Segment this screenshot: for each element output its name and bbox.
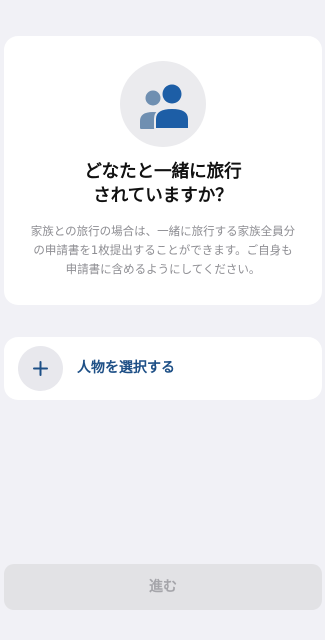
- description-text: 家族との旅行の場合は、一緒に旅行する家族全員分 の申請書を1枚提出することができ…: [14, 222, 312, 279]
- title-line: されていますか？: [93, 186, 233, 206]
- description-line: 家族との旅行の場合は、一緒に旅行する家族全員分: [30, 224, 296, 238]
- description-line: の申請書を1枚提出することができます。ご自身も: [33, 243, 293, 257]
- description-line: 申請書に含めるようにしてください。: [65, 262, 261, 276]
- title-line: どなたと一緒に旅行: [84, 162, 242, 182]
- travel-companion-card: どなたと一緒に旅行 されていますか？ 家族との旅行の場合は、一緒に旅行する家族全…: [4, 36, 322, 305]
- people-icon-container: [120, 61, 206, 147]
- next-button[interactable]: 進む: [4, 564, 322, 610]
- plus-icon-container: [18, 346, 63, 391]
- plus-icon: [33, 361, 48, 376]
- people-icon: [140, 84, 190, 130]
- select-person-button[interactable]: 人物を選択する: [4, 337, 322, 400]
- page-title: どなたと一緒に旅行 されていますか？: [4, 160, 322, 208]
- select-person-label: 人物を選択する: [77, 360, 175, 376]
